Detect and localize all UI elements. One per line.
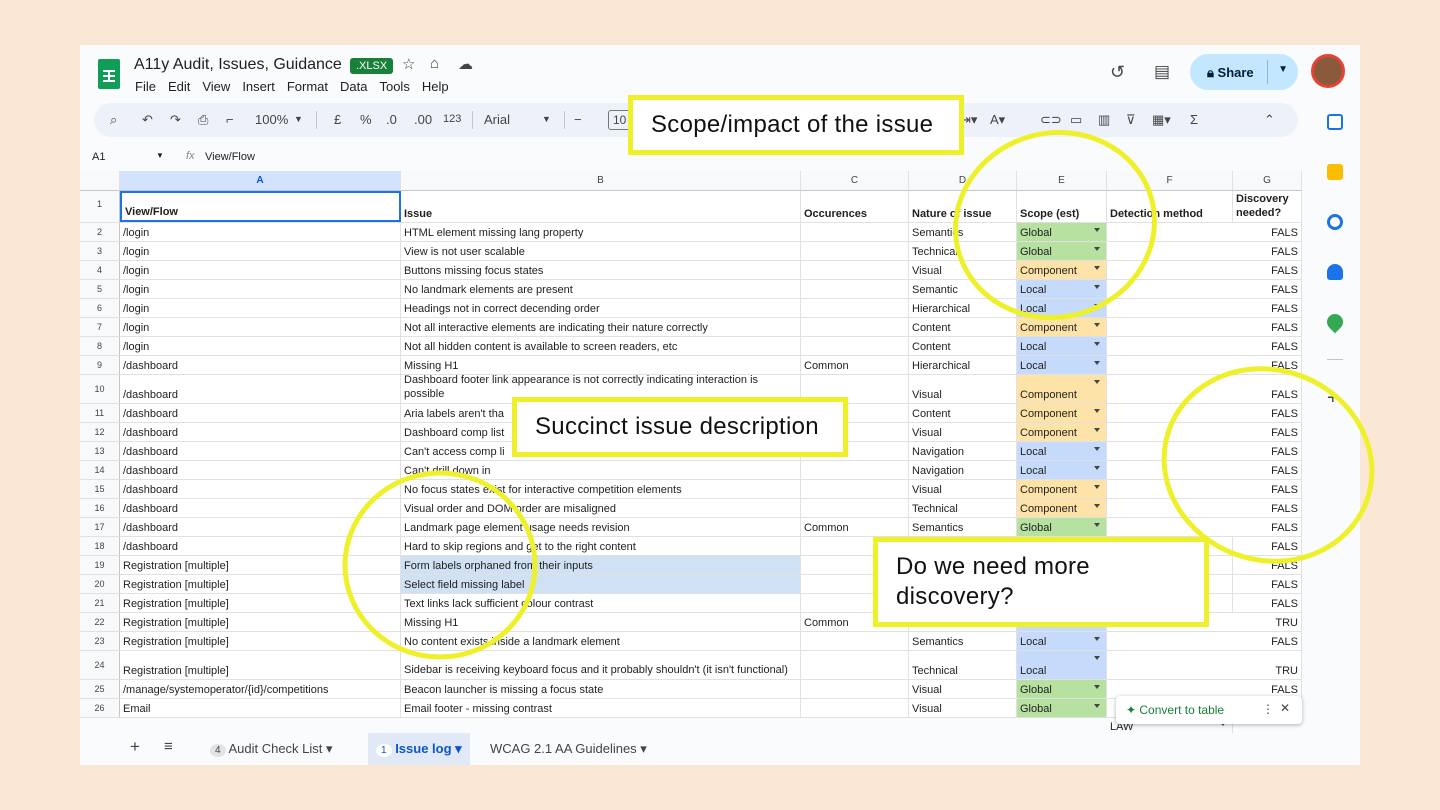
- discovery-note: Do we need more discovery?: [873, 537, 1209, 627]
- issue-note: Succinct issue description: [512, 397, 848, 457]
- scope-note: Scope/impact of the issue: [628, 95, 964, 155]
- issue-highlight-circle: [342, 470, 538, 660]
- scope-highlight-circle: [953, 129, 1157, 321]
